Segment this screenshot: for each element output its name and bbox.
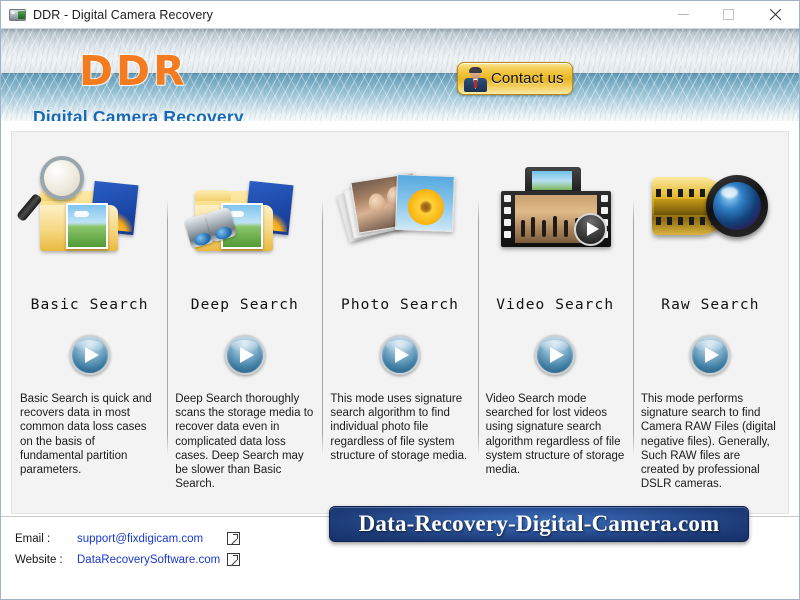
minimize-button[interactable] (661, 1, 706, 28)
mode-column-raw-search: Raw Search This mode performs signature … (632, 132, 788, 513)
person-icon (463, 66, 488, 92)
mode-column-basic-search: Basic Search Basic Search is quick and r… (12, 132, 167, 513)
mode-description: Basic Search is quick and recovers data … (20, 393, 152, 477)
contact-info: Email : support@fixdigicam.com Website :… (15, 528, 240, 570)
search-modes-panel: Basic Search Basic Search is quick and r… (11, 131, 789, 514)
app-window: DDR - Digital Camera Recovery DDR Digita… (0, 0, 800, 600)
maximize-button[interactable] (706, 1, 751, 28)
contact-us-button[interactable]: Contact us (457, 62, 573, 95)
website-link[interactable]: DataRecoverySoftware.com (77, 554, 227, 566)
title-bar: DDR - Digital Camera Recovery (1, 1, 799, 28)
email-link[interactable]: support@fixdigicam.com (77, 533, 227, 545)
app-header: DDR Digital Camera Recovery Contact us (1, 28, 799, 121)
mode-label: Video Search (496, 297, 615, 313)
camera-icon (9, 8, 26, 22)
play-icon[interactable] (224, 335, 265, 375)
external-link-icon[interactable] (227, 553, 240, 566)
play-icon[interactable] (535, 335, 576, 375)
play-icon[interactable] (690, 335, 731, 375)
footer: Email : support@fixdigicam.com Website :… (1, 506, 799, 590)
mode-column-photo-search: Photo Search This mode uses signature se… (322, 132, 477, 513)
photo-stack-icon[interactable] (322, 140, 477, 275)
play-icon[interactable] (69, 335, 110, 375)
mode-label: Raw Search (661, 297, 760, 313)
window-controls (661, 1, 799, 28)
content-area: Basic Search Basic Search is quick and r… (1, 121, 799, 516)
email-row: Email : support@fixdigicam.com (15, 528, 240, 549)
external-link-icon[interactable] (227, 532, 240, 545)
mode-label: Basic Search (30, 297, 149, 313)
film-reel-lens-icon[interactable] (633, 140, 788, 275)
magnifier-folder-icon[interactable] (12, 140, 167, 275)
filmstrip-video-icon[interactable] (478, 140, 633, 275)
mode-label: Photo Search (341, 297, 459, 313)
mode-column-deep-search: Deep Search Deep Search thoroughly scans… (167, 132, 322, 513)
close-button[interactable] (751, 1, 799, 28)
website-row: Website : DataRecoverySoftware.com (15, 549, 240, 570)
mode-description: This mode performs signature search to f… (640, 393, 776, 491)
site-banner-label: Data-Recovery-Digital-Camera.com (358, 511, 720, 536)
mode-description: Video Search mode searched for lost vide… (485, 393, 625, 477)
website-label: Website : (15, 553, 63, 566)
mode-description: This mode uses signature search algorith… (330, 393, 468, 462)
window-title: DDR - Digital Camera Recovery (33, 7, 214, 22)
binoculars-folder-icon[interactable] (167, 140, 322, 275)
email-label: Email : (15, 532, 51, 545)
app-logo: DDR (78, 47, 188, 95)
play-icon[interactable] (380, 335, 420, 375)
mode-description: Deep Search thoroughly scans the storage… (175, 393, 314, 491)
site-banner-button[interactable]: Data-Recovery-Digital-Camera.com (329, 506, 749, 542)
mode-column-video-search: Video Search Video Search mode searched … (477, 132, 633, 513)
mode-label: Deep Search (190, 297, 299, 313)
app-subtitle: Digital Camera Recovery (33, 107, 244, 121)
contact-us-label: Contact us (491, 70, 564, 87)
